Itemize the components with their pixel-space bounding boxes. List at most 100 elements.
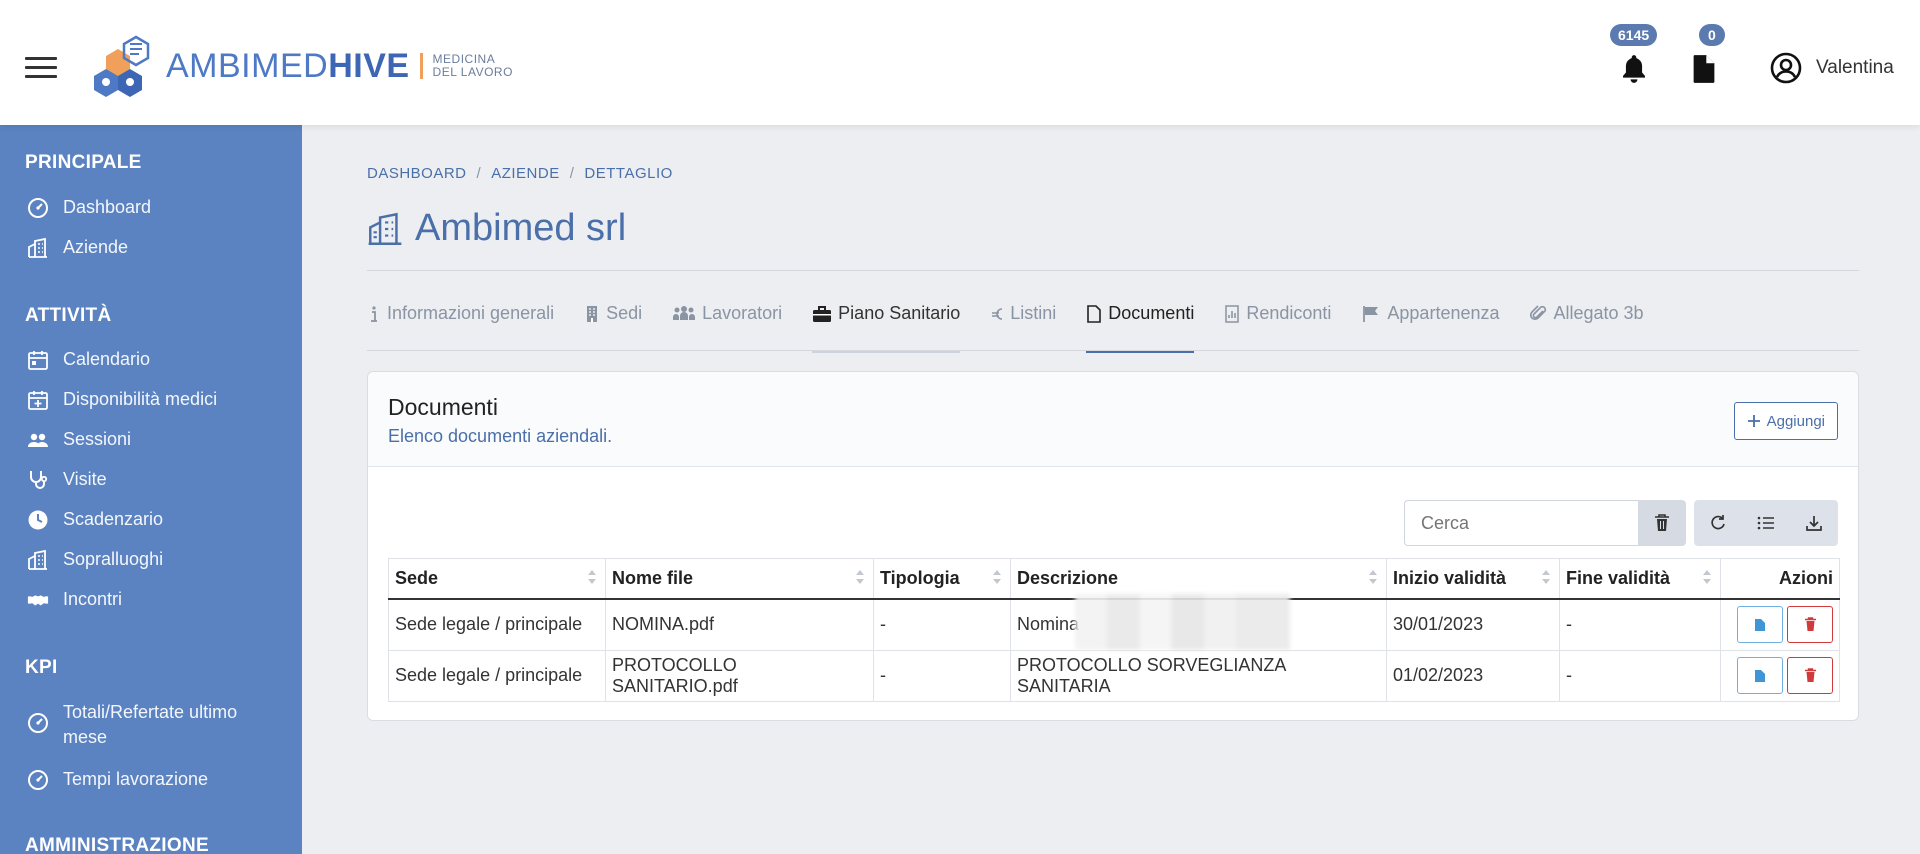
sort-icon xyxy=(993,570,1001,584)
table-toolbar xyxy=(1404,500,1838,546)
breadcrumb-dettaglio: DETTAGLIO xyxy=(584,165,673,182)
breadcrumb: DASHBOARD / AZIENDE / DETTAGLIO xyxy=(367,165,673,182)
sort-icon xyxy=(1369,570,1377,584)
list-icon xyxy=(1757,516,1774,530)
cell-inizio-validita: 01/02/2023 xyxy=(1386,649,1560,702)
cell-tipologia: - xyxy=(873,598,1011,651)
notifications-button[interactable] xyxy=(1620,52,1650,86)
tab-bar: Informazioni generali Sedi Lavoratori Pi… xyxy=(367,303,1674,353)
user-menu[interactable]: Valentina xyxy=(1770,52,1894,84)
sort-icon xyxy=(588,570,596,584)
table-row: Sede legale / principale PROTOCOLLO SANI… xyxy=(388,649,1840,702)
trash-icon xyxy=(1804,617,1816,631)
sidebar-section-principale: PRINCIPALE xyxy=(25,152,142,173)
logo-subtitle: MEDICINA DEL LAVORO xyxy=(432,52,513,79)
sidebar-item-dashboard[interactable]: Dashboard xyxy=(0,195,151,220)
building-icon xyxy=(28,237,47,258)
logo-hexagon-icon xyxy=(94,35,150,97)
sidebar-section-attivita: ATTIVITÀ xyxy=(25,305,112,326)
info-icon xyxy=(371,306,377,322)
cell-azioni xyxy=(1720,649,1840,702)
view-document-button[interactable] xyxy=(1737,606,1783,643)
sidebar-item-tempi-lavorazione[interactable]: Tempi lavorazione xyxy=(0,767,208,792)
sort-icon xyxy=(1703,570,1711,584)
sidebar-item-totali-refertate[interactable]: Totali/Refertate ultimo mese xyxy=(0,700,260,750)
refresh-button[interactable] xyxy=(1694,500,1742,546)
sidebar-item-aziende[interactable]: Aziende xyxy=(0,235,128,260)
add-document-button[interactable]: Aggiungi xyxy=(1733,402,1838,440)
app-logo[interactable]: AMBIMEDHIVE MEDICINA DEL LAVORO xyxy=(88,30,513,102)
building-icon xyxy=(28,549,47,570)
tab-listini[interactable]: Listini xyxy=(990,303,1056,353)
users-icon xyxy=(28,433,48,447)
file-outline-icon xyxy=(1087,305,1102,323)
flag-icon xyxy=(1363,306,1379,322)
file-icon xyxy=(1693,55,1715,83)
redacted-area xyxy=(1075,593,1291,650)
main-content: DASHBOARD / AZIENDE / DETTAGLIO Ambimed … xyxy=(302,125,1920,854)
clock-icon xyxy=(28,510,48,530)
tab-rendiconti[interactable]: Rendiconti xyxy=(1224,303,1331,353)
tab-documenti[interactable]: Documenti xyxy=(1086,303,1195,353)
cell-nome-file: NOMINA.pdf xyxy=(605,598,874,651)
euro-icon xyxy=(992,308,1003,320)
sidebar-item-sopralluoghi[interactable]: Sopralluoghi xyxy=(0,547,163,572)
card-subtitle: Elenco documenti aziendali. xyxy=(388,426,613,446)
tab-appartenenza[interactable]: Appartenenza xyxy=(1361,303,1500,353)
card-title: Documenti xyxy=(388,394,498,420)
building-small-icon xyxy=(587,306,598,322)
calendar-plus-icon xyxy=(28,391,48,410)
cell-descrizione: PROTOCOLLO SORVEGLIANZA SANITARIA xyxy=(1010,649,1387,702)
columns-toggle-button[interactable] xyxy=(1742,500,1790,546)
documents-table: Sede Nome file Tipologia Descrizione Ini… xyxy=(388,558,1840,702)
export-button[interactable] xyxy=(1790,500,1838,546)
cell-inizio-validita: 30/01/2023 xyxy=(1386,598,1560,651)
cell-azioni xyxy=(1720,598,1840,651)
tab-informazioni-generali[interactable]: Informazioni generali xyxy=(367,303,554,353)
column-header-azioni: Azioni xyxy=(1720,558,1840,600)
stethoscope-icon xyxy=(30,471,48,489)
sidebar-item-calendario[interactable]: Calendario xyxy=(0,347,150,372)
handshake-icon xyxy=(27,595,49,606)
cell-sede: Sede legale / principale xyxy=(388,598,606,651)
download-icon xyxy=(1806,516,1822,531)
search-input[interactable] xyxy=(1404,500,1638,546)
sidebar-item-incontri[interactable]: Incontri xyxy=(0,587,122,612)
briefcase-icon xyxy=(813,306,832,322)
cell-descrizione: Nomina xyxy=(1010,593,1387,651)
menu-toggle-button[interactable] xyxy=(25,57,57,78)
calendar-icon xyxy=(28,351,48,370)
column-header-descrizione[interactable]: Descrizione xyxy=(1010,558,1387,600)
gauge-icon xyxy=(28,198,48,218)
column-header-tipologia[interactable]: Tipologia xyxy=(873,558,1011,600)
breadcrumb-dashboard[interactable]: DASHBOARD xyxy=(367,165,467,182)
documents-button[interactable] xyxy=(1692,52,1722,86)
sidebar-section-kpi: KPI xyxy=(25,657,58,678)
view-document-button[interactable] xyxy=(1737,657,1783,694)
table-header-row: Sede Nome file Tipologia Descrizione Ini… xyxy=(388,558,1840,600)
cell-fine-validita: - xyxy=(1559,649,1721,702)
sidebar-item-scadenzario[interactable]: Scadenzario xyxy=(0,507,163,532)
tab-piano-sanitario[interactable]: Piano Sanitario xyxy=(812,303,961,353)
card-header: Documenti Elenco documenti aziendali. Ag… xyxy=(368,372,1858,467)
clear-search-button[interactable] xyxy=(1638,500,1686,546)
delete-document-button[interactable] xyxy=(1787,606,1833,643)
tab-sedi[interactable]: Sedi xyxy=(584,303,642,353)
breadcrumb-aziende[interactable]: AZIENDE xyxy=(491,165,560,182)
table-row: Sede legale / principale NOMINA.pdf - No… xyxy=(388,593,1840,651)
sidebar-item-disponibilita-medici[interactable]: Disponibilità medici xyxy=(0,387,217,412)
sidebar-item-sessioni[interactable]: Sessioni xyxy=(0,427,131,452)
report-icon xyxy=(1225,305,1240,323)
sidebar-item-visite[interactable]: Visite xyxy=(0,467,107,492)
sidebar-section-amministrazione: AMMINISTRAZIONE xyxy=(25,835,209,854)
tab-lavoratori[interactable]: Lavoratori xyxy=(672,303,782,353)
tab-allegato-3b[interactable]: Allegato 3b xyxy=(1529,303,1644,353)
notifications-count-badge: 6145 xyxy=(1610,24,1658,46)
column-header-sede[interactable]: Sede xyxy=(388,558,606,600)
refresh-icon xyxy=(1711,515,1725,530)
column-header-inizio-validita[interactable]: Inizio validità xyxy=(1386,558,1560,600)
cell-sede: Sede legale / principale xyxy=(388,649,606,702)
column-header-nome-file[interactable]: Nome file xyxy=(605,558,874,600)
column-header-fine-validita[interactable]: Fine validità xyxy=(1559,558,1721,600)
delete-document-button[interactable] xyxy=(1787,657,1833,694)
